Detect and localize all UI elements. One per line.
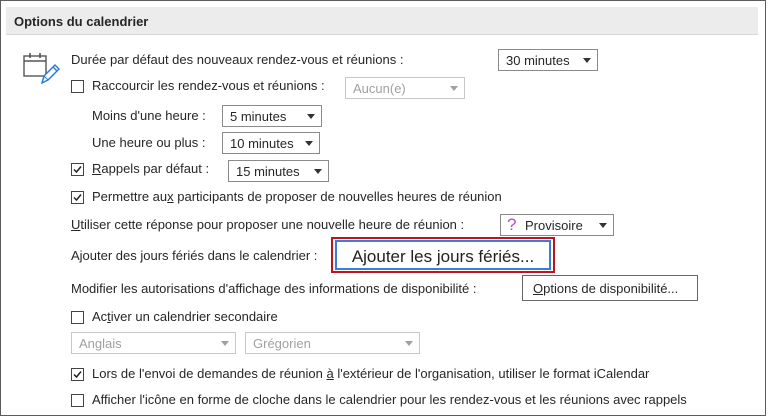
shorten-dropdown[interactable]: Aucun(e) <box>345 77 465 99</box>
section-header: Options du calendrier <box>6 7 758 35</box>
availability-options-label: Options de disponibilité... <box>533 281 679 296</box>
add-holidays-button-label: Ajouter les jours fériés... <box>351 247 535 266</box>
propose-times-checkbox[interactable] <box>71 191 84 204</box>
response-value: Provisoire <box>525 218 583 233</box>
section-title: Options du calendrier <box>14 14 149 29</box>
checkmark-icon <box>73 194 82 202</box>
default-duration-label: Durée par défaut des nouveaux rendez-vou… <box>71 52 404 67</box>
secondary-language-value: Anglais <box>79 336 122 351</box>
chevron-down-icon <box>599 223 607 228</box>
under-hour-value: 5 minutes <box>230 109 287 124</box>
secondary-calendar-label: Activer un calendrier secondaire <box>92 309 278 324</box>
reminders-dropdown[interactable]: 15 minutes <box>228 160 329 182</box>
chevron-down-icon <box>405 341 413 346</box>
chevron-down-icon <box>305 141 313 146</box>
icalendar-label: Lors de l'envoi de demandes de réunion à… <box>92 366 650 381</box>
over-hour-label: Une heure ou plus : <box>92 135 206 150</box>
over-hour-value: 10 minutes <box>230 136 294 151</box>
default-duration-dropdown[interactable]: 30 minutes <box>498 49 598 71</box>
chevron-down-icon <box>450 86 458 91</box>
default-duration-value: 30 minutes <box>506 53 570 68</box>
reminders-value: 15 minutes <box>236 164 300 179</box>
response-dropdown[interactable]: ? Provisoire <box>500 214 614 236</box>
chevron-down-icon <box>221 341 229 346</box>
bell-icon-label: Afficher l'icône en forme de cloche dans… <box>92 392 687 407</box>
availability-options-button[interactable]: Options de disponibilité... <box>522 275 698 301</box>
reminders-label: Rappels par défaut : <box>92 161 210 176</box>
over-hour-dropdown[interactable]: 10 minutes <box>222 132 320 154</box>
reminders-checkbox[interactable] <box>71 163 84 176</box>
shorten-value: Aucun(e) <box>353 81 406 96</box>
response-label: Utiliser cette réponse pour proposer une… <box>71 217 465 232</box>
secondary-language-dropdown[interactable]: Anglais <box>71 332 236 354</box>
secondary-calendar-type-value: Grégorien <box>253 336 311 351</box>
shorten-checkbox[interactable] <box>71 80 84 93</box>
bell-icon-checkbox[interactable] <box>71 394 84 407</box>
tentative-icon: ? <box>507 215 517 234</box>
secondary-calendar-checkbox[interactable] <box>71 311 84 324</box>
chevron-down-icon <box>314 169 322 174</box>
icalendar-checkbox[interactable] <box>71 368 84 381</box>
under-hour-dropdown[interactable]: 5 minutes <box>222 105 322 127</box>
under-hour-label: Moins d'une heure : <box>92 108 206 123</box>
shorten-label: Raccourcir les rendez-vous et réunions : <box>92 78 325 93</box>
calendar-icon <box>22 50 61 86</box>
add-holidays-button[interactable]: Ajouter les jours fériés... <box>335 240 551 270</box>
secondary-calendar-type-dropdown[interactable]: Grégorien <box>245 332 420 354</box>
chevron-down-icon <box>583 58 591 63</box>
checkmark-icon <box>73 371 82 379</box>
chevron-down-icon <box>307 114 315 119</box>
propose-times-label: Permettre aux participants de proposer d… <box>92 189 502 204</box>
checkmark-icon <box>73 166 82 174</box>
holidays-label: Ajouter des jours fériés dans le calendr… <box>71 248 318 263</box>
availability-label: Modifier les autorisations d'affichage d… <box>71 281 477 296</box>
